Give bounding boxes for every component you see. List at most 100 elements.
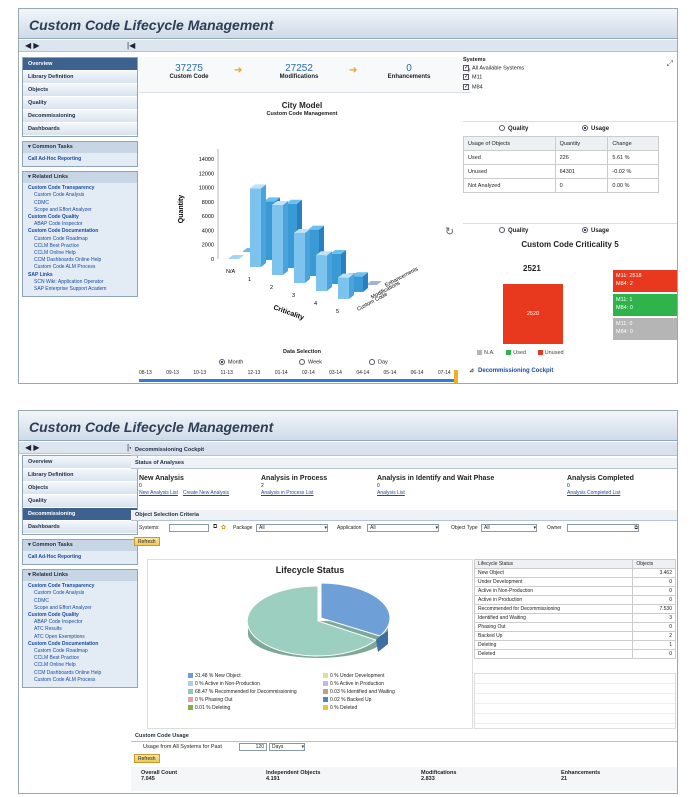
menu-item-objects[interactable]: Objects	[23, 482, 137, 495]
link-group-header[interactable]: Custom Code Transparency	[23, 583, 137, 590]
related-link[interactable]: Scope and Effort Analyzer	[23, 605, 137, 612]
related-link[interactable]: CCM Dashboards Online Help	[23, 257, 137, 264]
analysis-link[interactable]: Analysis Completed List	[567, 490, 620, 496]
table-row[interactable]: Under Development 0	[473, 577, 676, 587]
menu-item-dashboards[interactable]: Dashboards	[23, 123, 137, 136]
menu-item-quality[interactable]: Quality	[23, 97, 137, 110]
menu-item-objects[interactable]: Objects	[23, 84, 137, 97]
month-tick[interactable]: 03-14	[329, 370, 342, 376]
system-box[interactable]: M11: 2518 M84: 2	[613, 270, 677, 292]
radio-quality[interactable]: Quality	[499, 125, 528, 132]
radio-quality-2[interactable]: Quality	[499, 227, 528, 234]
usage-kpi[interactable]: Modifications 2.833	[421, 770, 456, 782]
related-link[interactable]: ABAP Code Inspector	[23, 221, 137, 228]
month-tick[interactable]: 02-14	[302, 370, 315, 376]
radio-usage-2[interactable]: Usage	[582, 227, 609, 234]
system-box[interactable]: M11: 1 M84: 0	[613, 294, 677, 316]
object-type-select[interactable]: All ▾	[481, 524, 537, 532]
related-link[interactable]: CCLM Best Practice	[23, 655, 137, 662]
option-day[interactable]: Day	[369, 359, 388, 365]
refresh-button[interactable]: Refresh	[134, 537, 160, 546]
usage-unit-select[interactable]: Days ▾	[269, 743, 305, 751]
common-tasks-header[interactable]: ▾ Common Tasks	[23, 540, 137, 551]
related-link[interactable]: Custom Code ALM Process	[23, 677, 137, 684]
analysis-link[interactable]: Create New Analysis	[183, 490, 229, 496]
collapse-icon[interactable]: |◀	[127, 41, 135, 50]
unused-block[interactable]: 2520	[503, 284, 563, 344]
refresh-icon[interactable]: ↻	[445, 225, 454, 238]
menu-item-decommissioning[interactable]: Decommissioning	[23, 508, 137, 521]
timeline-slider-track[interactable]	[139, 379, 457, 382]
owner-input[interactable]: ⧉	[567, 524, 639, 532]
table-row[interactable]: Unused 64301 -0.02 %	[463, 164, 659, 179]
related-link[interactable]: Custom Code Analysis	[23, 590, 137, 597]
application-select[interactable]: All ▾	[367, 524, 439, 532]
menu-item-overview[interactable]: Overview	[23, 456, 137, 469]
settings-icon[interactable]: ✿	[221, 524, 226, 531]
maximize-icon[interactable]: ⤢	[667, 59, 673, 69]
radio-usage[interactable]: Usage	[582, 125, 609, 132]
related-link[interactable]: SCN Wiki: Application Operator	[23, 279, 137, 286]
usage-kpi[interactable]: Independent Objects 4.191	[266, 770, 320, 782]
link-group-header[interactable]: Custom Code Documentation	[23, 641, 137, 648]
related-link[interactable]: CDMC	[23, 200, 137, 207]
common-tasks-header[interactable]: ▾ Common Tasks	[23, 142, 137, 153]
systems-input[interactable]	[169, 524, 209, 532]
table-row[interactable]: Identified and Waiting 3	[473, 613, 676, 623]
related-link[interactable]: ABAP Code Inspector	[23, 619, 137, 626]
related-link[interactable]: SAP Enterprise Support Academ	[23, 286, 137, 293]
option-week[interactable]: Week	[299, 359, 322, 365]
menu-item-library-definition[interactable]: Library Definition	[23, 71, 137, 84]
menu-item-overview[interactable]: Overview	[23, 58, 137, 71]
related-link[interactable]: CCM Dashboards Online Help	[23, 670, 137, 677]
call-adhoc-link[interactable]: Call Ad-Hoc Reporting	[23, 153, 137, 166]
table-row[interactable]: Backed Up 2	[473, 631, 676, 641]
month-tick[interactable]: 08-13	[139, 370, 152, 376]
related-link[interactable]: ATC Open Exemptions	[23, 634, 137, 641]
call-adhoc-link[interactable]: Call Ad-Hoc Reporting	[23, 551, 137, 564]
month-tick[interactable]: 12-13	[248, 370, 261, 376]
package-select[interactable]: All ▾	[256, 524, 328, 532]
table-row[interactable]: Recommended for Decommissioning 7.530	[473, 604, 676, 614]
table-row[interactable]: Deleted 0	[473, 649, 676, 659]
month-tick[interactable]: 04-14	[356, 370, 369, 376]
related-link[interactable]: CCLM Online Help	[23, 662, 137, 669]
related-link[interactable]: Custom Code Roadmap	[23, 236, 137, 243]
month-tick[interactable]: 11-13	[221, 370, 233, 376]
related-link[interactable]: Custom Code Roadmap	[23, 648, 137, 655]
table-row[interactable]: Phasing Out 0	[473, 622, 676, 632]
analysis-link[interactable]: Analysis in Process List	[261, 490, 314, 496]
kpi-enhancements[interactable]: 0 Enhancements	[359, 63, 459, 80]
refresh-button-2[interactable]: Refresh	[134, 754, 160, 763]
related-link[interactable]: Custom Code ALM Process	[23, 264, 137, 271]
table-row[interactable]: New Object 3.462	[473, 568, 676, 578]
system-all[interactable]: ✓ All Available Systems	[463, 65, 677, 71]
menu-item-quality[interactable]: Quality	[23, 495, 137, 508]
link-group-header[interactable]: Custom Code Transparency	[23, 185, 137, 192]
usage-kpi[interactable]: Overall Count 7.045	[141, 770, 177, 782]
link-group-header[interactable]: SAP Links	[23, 272, 137, 279]
option-month[interactable]: Month	[219, 359, 243, 365]
link-group-header[interactable]: Custom Code Documentation	[23, 228, 137, 235]
month-tick[interactable]: 05-14	[384, 370, 397, 376]
analysis-link[interactable]: Analysis List	[377, 490, 405, 496]
menu-item-dashboards[interactable]: Dashboards	[23, 521, 137, 534]
table-row[interactable]: Deleting 1	[473, 640, 676, 650]
month-tick[interactable]: 09-13	[166, 370, 179, 376]
month-tick[interactable]: 07-14	[438, 370, 451, 376]
decom-cockpit-link[interactable]: ⊿ Decommissioning Cockpit	[469, 367, 553, 374]
month-tick[interactable]: 10-13	[193, 370, 206, 376]
related-link[interactable]: CCLM Online Help	[23, 250, 137, 257]
related-link[interactable]: CCLM Best Practice	[23, 243, 137, 250]
system-m11[interactable]: ✓ M11	[463, 74, 677, 81]
related-link[interactable]: CDMC	[23, 598, 137, 605]
link-group-header[interactable]: Custom Code Quality	[23, 612, 137, 619]
link-group-header[interactable]: Custom Code Quality	[23, 214, 137, 221]
month-tick[interactable]: 01-14	[275, 370, 288, 376]
table-row[interactable]: Not Analyzed 0 0.00 %	[463, 178, 659, 193]
month-tick[interactable]: 06-14	[411, 370, 424, 376]
related-link[interactable]: Custom Code Analysis	[23, 192, 137, 199]
help-icon[interactable]: ⧉	[213, 524, 217, 531]
nav-arrows-icon[interactable]: ◀ ▶	[25, 443, 40, 452]
table-row[interactable]: Used 226 5.61 %	[463, 150, 659, 165]
